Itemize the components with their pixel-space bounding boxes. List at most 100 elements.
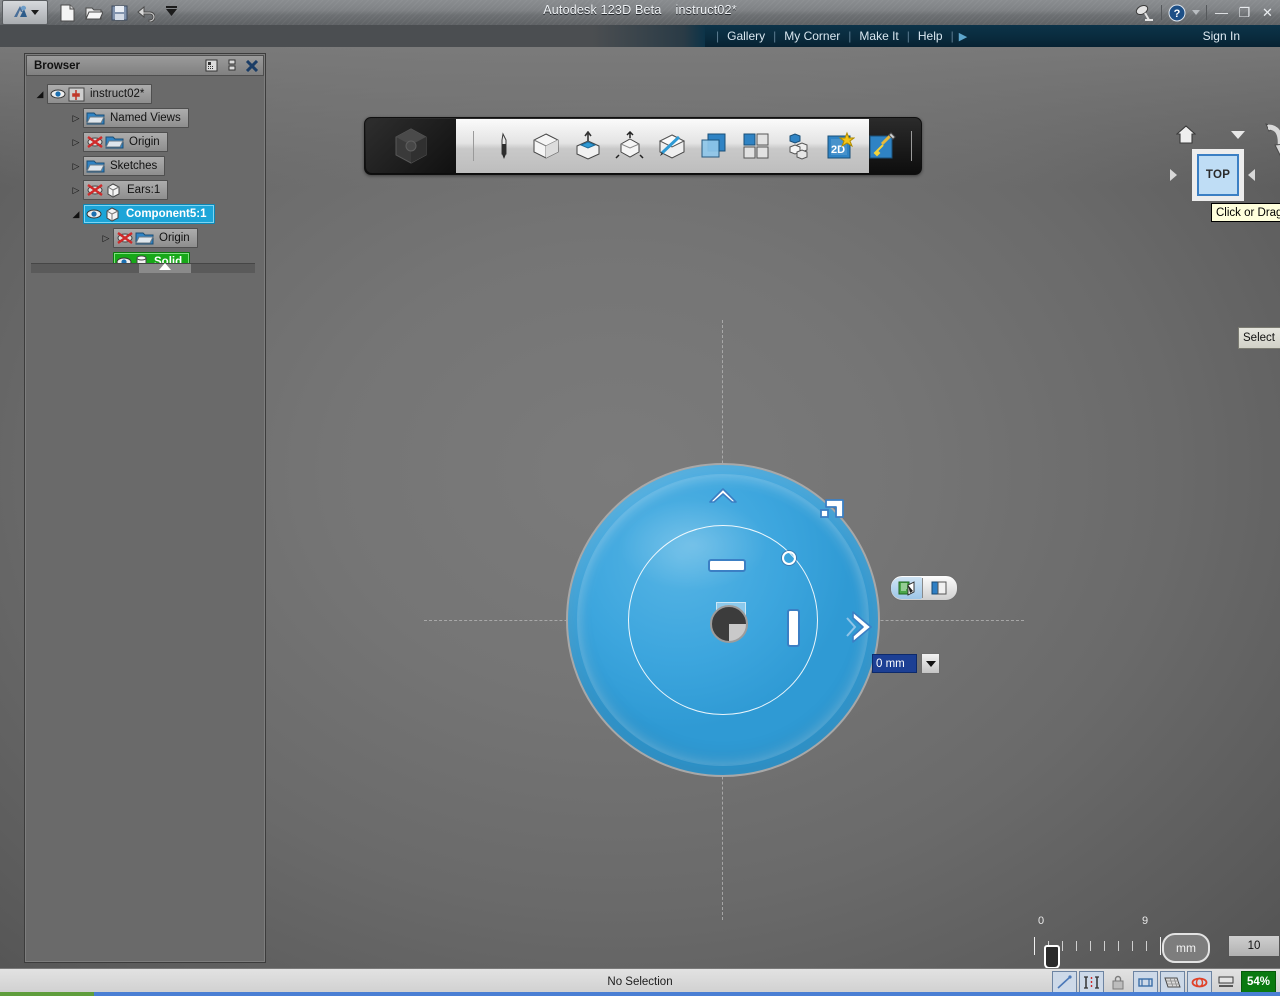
main-toolbar: 2D bbox=[364, 117, 922, 175]
extrude-icon[interactable] bbox=[571, 130, 604, 163]
help-dropdown-icon[interactable] bbox=[1192, 10, 1200, 15]
tree-node-instruct02[interactable]: instruct02* bbox=[47, 84, 153, 104]
view-cube-face-label[interactable]: TOP bbox=[1197, 154, 1239, 196]
tree-node-component5[interactable]: Component5:1 bbox=[83, 204, 215, 224]
browser-scrollbar[interactable] bbox=[31, 263, 255, 273]
browser-close-icon[interactable] bbox=[243, 58, 260, 73]
tree-node-sketches[interactable]: Sketches bbox=[83, 156, 166, 176]
twisty-collapsed-icon[interactable]: ▷ bbox=[69, 137, 83, 148]
origin-hub-handle[interactable] bbox=[710, 605, 748, 643]
menu-link-gallery[interactable]: Gallery bbox=[719, 29, 773, 43]
grid-pattern-icon[interactable] bbox=[739, 130, 772, 163]
horizontal-bar-handle[interactable] bbox=[708, 559, 746, 572]
close-button[interactable]: ✕ bbox=[1259, 4, 1276, 21]
tree-node-named-views[interactable]: Named Views bbox=[83, 108, 189, 128]
eye-icon[interactable] bbox=[86, 207, 103, 221]
twisty-collapsed-icon[interactable]: ▷ bbox=[69, 113, 83, 124]
twisty-expanded-icon[interactable]: ◢ bbox=[69, 209, 83, 220]
tree-node-ears[interactable]: Ears:1 bbox=[83, 180, 169, 200]
rotate-ring-handle[interactable] bbox=[782, 551, 796, 565]
menu-link-my-corner[interactable]: My Corner bbox=[776, 29, 848, 43]
qat-customize-icon[interactable] bbox=[162, 4, 181, 22]
smart-effects-icon[interactable] bbox=[865, 130, 898, 163]
ruler-tick bbox=[1160, 937, 1161, 955]
ruler-tick bbox=[1132, 941, 1133, 951]
twisty-collapsed-icon[interactable]: ▷ bbox=[99, 233, 113, 244]
pattern-layers-icon[interactable] bbox=[697, 130, 730, 163]
eye-off-icon[interactable] bbox=[86, 135, 104, 149]
view-rotate-right-arrow-icon[interactable] bbox=[1248, 169, 1255, 181]
grid-icon[interactable] bbox=[1159, 971, 1185, 993]
lock-icon[interactable] bbox=[1106, 971, 1131, 993]
application-menu-button[interactable] bbox=[2, 0, 48, 25]
home-icon[interactable] bbox=[1176, 125, 1196, 144]
blue-disc-solid[interactable] bbox=[566, 463, 880, 777]
app-menu-chevron-icon bbox=[31, 10, 39, 15]
corner-resize-icon[interactable] bbox=[820, 497, 846, 523]
tree-row[interactable]: ▷ Named Views bbox=[25, 108, 265, 128]
save-file-icon[interactable] bbox=[110, 4, 129, 22]
tree-row[interactable]: ◢ Component5:1 bbox=[25, 204, 265, 224]
twisty-collapsed-icon[interactable]: ▷ bbox=[69, 161, 83, 172]
eye-icon[interactable] bbox=[50, 87, 67, 101]
orbit-snap-icon[interactable] bbox=[1186, 971, 1212, 993]
minimize-button[interactable]: — bbox=[1213, 4, 1230, 21]
sign-in-link[interactable]: Sign In bbox=[1203, 29, 1240, 43]
view-cube-plate[interactable]: TOP bbox=[1192, 149, 1244, 201]
tree-node-origin[interactable]: Origin bbox=[83, 132, 168, 152]
primitive-cube-icon[interactable] bbox=[529, 130, 562, 163]
move-right-chevron-icon[interactable] bbox=[844, 609, 878, 645]
twisty-expanded-icon[interactable]: ◢ bbox=[33, 89, 47, 100]
broadcast-icon[interactable] bbox=[1135, 4, 1155, 22]
new-file-icon[interactable] bbox=[58, 4, 77, 22]
tree-row[interactable]: ▷ Sketches bbox=[25, 156, 265, 176]
tree-row[interactable]: ▷ Origin bbox=[25, 132, 265, 152]
snap-to-line-icon[interactable] bbox=[1051, 971, 1077, 993]
copy-body-icon[interactable] bbox=[923, 577, 954, 599]
dimension-value-input[interactable]: 0 mm bbox=[872, 654, 917, 673]
tree-node-component-origin[interactable]: Origin bbox=[113, 228, 198, 248]
view-cube[interactable]: TOP Click or Drag bbox=[1168, 119, 1280, 229]
eye-off-icon[interactable] bbox=[86, 183, 104, 197]
vertical-bar-handle[interactable] bbox=[787, 609, 800, 647]
rotate-arrows-icon[interactable] bbox=[1256, 121, 1280, 165]
panel-resize-handle[interactable] bbox=[159, 263, 171, 270]
dimension-icon[interactable] bbox=[1132, 971, 1158, 993]
dimension-dropdown-button[interactable] bbox=[921, 653, 940, 674]
3d-viewport[interactable]: 0 mm Browser ◢ instruct02* ▷ Named Views… bbox=[0, 47, 1280, 968]
menu-link-help[interactable]: Help bbox=[910, 29, 951, 43]
ruler-unit-button[interactable]: mm bbox=[1162, 933, 1210, 963]
menu-expand-arrow-icon[interactable]: ▶ bbox=[954, 30, 967, 43]
tree-row[interactable]: ▷ Origin bbox=[25, 228, 265, 248]
menu-links: | Gallery | My Corner | Make It | Help |… bbox=[716, 25, 967, 47]
tree-row[interactable]: ◢ instruct02* bbox=[25, 84, 265, 104]
sketch-on-face-icon[interactable] bbox=[655, 130, 688, 163]
browser-filter-icon[interactable] bbox=[203, 58, 220, 73]
toolbar-logo-area[interactable] bbox=[366, 119, 456, 173]
ruler-tick bbox=[1146, 941, 1147, 951]
browser-collapse-icon[interactable] bbox=[223, 58, 240, 73]
view-rotate-left-arrow-icon[interactable] bbox=[1170, 169, 1177, 181]
move-up-chevron-icon[interactable] bbox=[708, 485, 738, 505]
ruler-slider-handle[interactable] bbox=[1044, 945, 1060, 968]
eye-off-icon[interactable] bbox=[116, 231, 134, 245]
view-dropdown-icon[interactable] bbox=[1231, 131, 1245, 139]
assembly-icon[interactable] bbox=[781, 130, 814, 163]
open-file-icon[interactable] bbox=[84, 4, 104, 22]
copy-new-body-icon[interactable] bbox=[891, 577, 922, 599]
svg-text:?: ? bbox=[1174, 8, 1181, 20]
undo-icon[interactable] bbox=[136, 4, 156, 22]
modify-icon[interactable] bbox=[613, 130, 646, 163]
2d-drawing-icon[interactable]: 2D bbox=[823, 130, 856, 163]
measure-icon[interactable] bbox=[1078, 971, 1104, 993]
sketch-pencil-icon[interactable] bbox=[487, 130, 520, 163]
twisty-collapsed-icon[interactable]: ▷ bbox=[69, 185, 83, 196]
select-flyout-panel[interactable]: Select bbox=[1238, 327, 1280, 349]
zoom-level-indicator[interactable]: 54% bbox=[1240, 971, 1276, 993]
tree-row[interactable]: ▷ Ears:1 bbox=[25, 180, 265, 200]
restore-button[interactable]: ❐ bbox=[1236, 4, 1253, 21]
help-icon[interactable]: ? bbox=[1168, 4, 1186, 22]
menu-link-make-it[interactable]: Make It bbox=[851, 29, 906, 43]
display-icon[interactable] bbox=[1214, 971, 1239, 993]
grid-value-field[interactable]: 10 bbox=[1228, 935, 1280, 957]
